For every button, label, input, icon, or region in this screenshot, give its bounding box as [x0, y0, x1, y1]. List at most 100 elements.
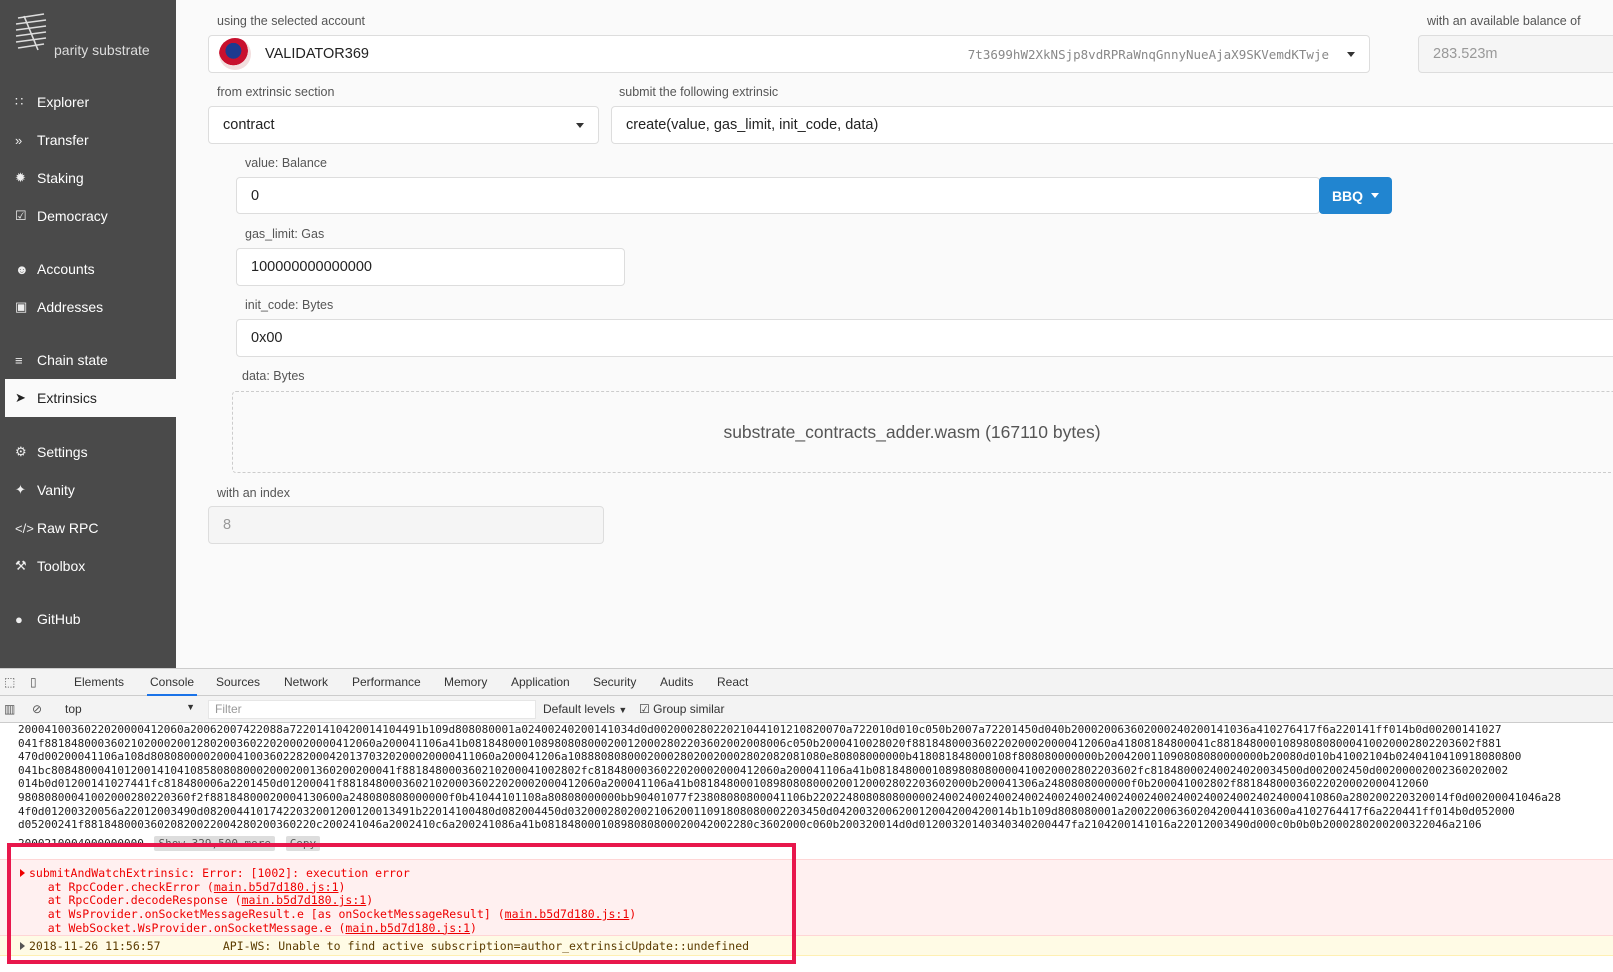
data-label: data: Bytes: [242, 369, 305, 383]
gas-value: 100000000000000: [251, 259, 372, 275]
tab-react[interactable]: React: [717, 669, 748, 696]
balance-field: 283.523m: [1418, 35, 1613, 73]
sidebar-item-label: GitHub: [37, 611, 81, 627]
devtools-tab-bar: ⬚ ▯ Elements Console Sources Network Per…: [0, 669, 1613, 696]
value-input[interactable]: 0: [236, 177, 1320, 214]
sidebar-item-label: Settings: [37, 444, 88, 460]
tab-performance[interactable]: Performance: [352, 669, 421, 696]
database-icon: ≡: [15, 352, 23, 368]
sidebar: parity substrate ∷ Explorer » Transfer ✹…: [0, 0, 176, 668]
extrinsic-value: create(value, gas_limit, init_code, data…: [626, 117, 879, 133]
sidebar-item-chain-state[interactable]: ≡ Chain state: [5, 341, 176, 379]
code-icon: </>: [15, 520, 34, 536]
init-code-value: 0x00: [251, 330, 283, 346]
index-value: 8: [223, 517, 232, 533]
sidebar-item-label: Accounts: [37, 261, 95, 277]
sidebar-item-label: Democracy: [37, 208, 108, 224]
index-label: with an index: [217, 486, 290, 500]
account-address: 7t3699hW2XkNSjp8vdRPRaWnqGnnyNueAjaX9SKV…: [967, 46, 1329, 62]
sidebar-item-addresses[interactable]: ▣ Addresses: [5, 288, 176, 326]
sidebar-item-toolbox[interactable]: ⚒ Toolbox: [5, 547, 176, 585]
log-levels-label: Default levels: [543, 702, 616, 716]
certificate-icon: ✹: [15, 170, 26, 185]
section-value: contract: [223, 117, 275, 133]
log-line: 98080800041002000280220360f2f88184800020…: [18, 790, 1562, 804]
value-value: 0: [251, 187, 260, 204]
log-line: 4f0d01200320056a22012003490d082004410174…: [18, 804, 1515, 818]
sidebar-toggle-icon[interactable]: ▥: [4, 702, 15, 716]
sidebar-item-democracy[interactable]: ☑ Democracy: [5, 197, 176, 235]
tab-elements[interactable]: Elements: [74, 669, 124, 696]
log-line: 041bc80848000410120014104108580808000200…: [18, 763, 1509, 777]
account-select[interactable]: VALIDATOR369 7t3699hW2XkNSjp8vdRPRaWnqGn…: [208, 35, 1370, 73]
sidebar-item-extrinsics[interactable]: ➤ Extrinsics: [5, 379, 176, 417]
console-filter-input[interactable]: Filter: [208, 700, 536, 719]
account-label: using the selected account: [217, 14, 366, 28]
data-file-dropzone[interactable]: substrate_contracts_adder.wasm (167110 b…: [232, 391, 1613, 473]
sidebar-item-label: Chain state: [37, 352, 108, 368]
parity-substrate-logo[interactable]: parity substrate: [14, 12, 164, 64]
tab-network[interactable]: Network: [284, 669, 328, 696]
tab-audits[interactable]: Audits: [660, 669, 693, 696]
sidebar-item-explorer[interactable]: ∷ Explorer: [5, 83, 176, 121]
unit-label: BBQ: [1331, 187, 1364, 204]
grid-icon: ∷: [15, 94, 24, 109]
tab-application[interactable]: Application: [511, 669, 570, 696]
context-select[interactable]: top ▼: [65, 702, 195, 716]
sidebar-item-accounts[interactable]: ☻ Accounts: [5, 250, 176, 288]
address-book-icon: ▣: [15, 299, 28, 314]
tab-security[interactable]: Security: [593, 669, 636, 696]
sidebar-item-label: Transfer: [37, 132, 89, 148]
paper-plane-icon: ➤: [15, 390, 26, 405]
section-label: from extrinsic section: [217, 85, 335, 99]
console-toolbar: ▥ ⊘ top ▼ Filter Default levels ▼ ☑ Grou…: [0, 696, 1613, 723]
sidebar-item-github[interactable]: ● GitHub: [5, 600, 176, 638]
sidebar-item-transfer[interactable]: » Transfer: [5, 121, 176, 159]
gas-limit-input[interactable]: 100000000000000: [236, 248, 625, 286]
tab-memory[interactable]: Memory: [444, 669, 487, 696]
console-log-output: 2000410036022020000412060a20062007422088…: [0, 723, 1613, 832]
tab-console[interactable]: Console: [147, 669, 198, 696]
wrench-icon: ⚒: [15, 558, 27, 573]
sidebar-item-label: Explorer: [37, 94, 90, 110]
logo-text: parity substrate: [54, 42, 150, 58]
log-line: 2000410036022020000412060a20062007422088…: [18, 723, 1502, 736]
value-label: value: Balance: [245, 156, 328, 170]
gas-label: gas_limit: Gas: [245, 227, 325, 241]
init-code-input[interactable]: 0x00: [236, 319, 1613, 357]
extrinsic-label: submit the following extrinsic: [619, 85, 779, 99]
sidebar-item-vanity[interactable]: ✦ Vanity: [5, 471, 176, 509]
sidebar-item-label: Raw RPC: [37, 520, 99, 536]
balance-value: 283.523m: [1433, 46, 1498, 62]
chevron-down-icon: [1371, 193, 1380, 198]
data-file-name: substrate_contracts_adder.wasm (167110 b…: [723, 421, 1101, 442]
wand-icon: ✦: [15, 482, 26, 497]
account-avatar: [219, 38, 251, 70]
index-field: 8: [208, 506, 604, 544]
chevron-down-icon: ▼: [186, 702, 195, 712]
calendar-check-icon: ☑: [15, 208, 27, 223]
tab-sources[interactable]: Sources: [216, 669, 260, 696]
log-line: d05200241f881848000360208200220042802003…: [18, 818, 1482, 832]
sidebar-item-raw-rpc[interactable]: </> Raw RPC: [5, 509, 176, 547]
log-levels-select[interactable]: Default levels ▼: [543, 702, 627, 716]
unit-dropdown-button[interactable]: BBQ: [1319, 177, 1392, 214]
account-name: VALIDATOR369: [265, 46, 369, 62]
sidebar-item-label: Addresses: [37, 299, 104, 315]
group-similar-checkbox[interactable]: ☑ Group similar: [639, 702, 724, 716]
sidebar-item-settings[interactable]: ⚙ Settings: [5, 433, 176, 471]
extrinsic-select[interactable]: create(value, gas_limit, init_code, data…: [611, 106, 1613, 144]
chevron-down-icon: ▼: [618, 705, 628, 715]
clear-console-icon[interactable]: ⊘: [32, 702, 42, 716]
balance-label: with an available balance of: [1427, 14, 1581, 28]
sidebar-item-label: Staking: [37, 170, 84, 186]
log-line: 041f881848000360210200020012802003602202…: [18, 736, 1502, 750]
chevron-down-icon: [576, 123, 584, 128]
users-icon: ☻: [15, 261, 29, 277]
sidebar-item-staking[interactable]: ✹ Staking: [5, 159, 176, 197]
log-line: 470d00200041106a108d80808000020004100360…: [18, 750, 1522, 764]
gears-icon: ⚙: [15, 444, 27, 459]
device-toggle-icon[interactable]: ▯: [30, 675, 37, 689]
section-select[interactable]: contract: [208, 106, 599, 144]
inspect-icon[interactable]: ⬚: [4, 675, 15, 689]
